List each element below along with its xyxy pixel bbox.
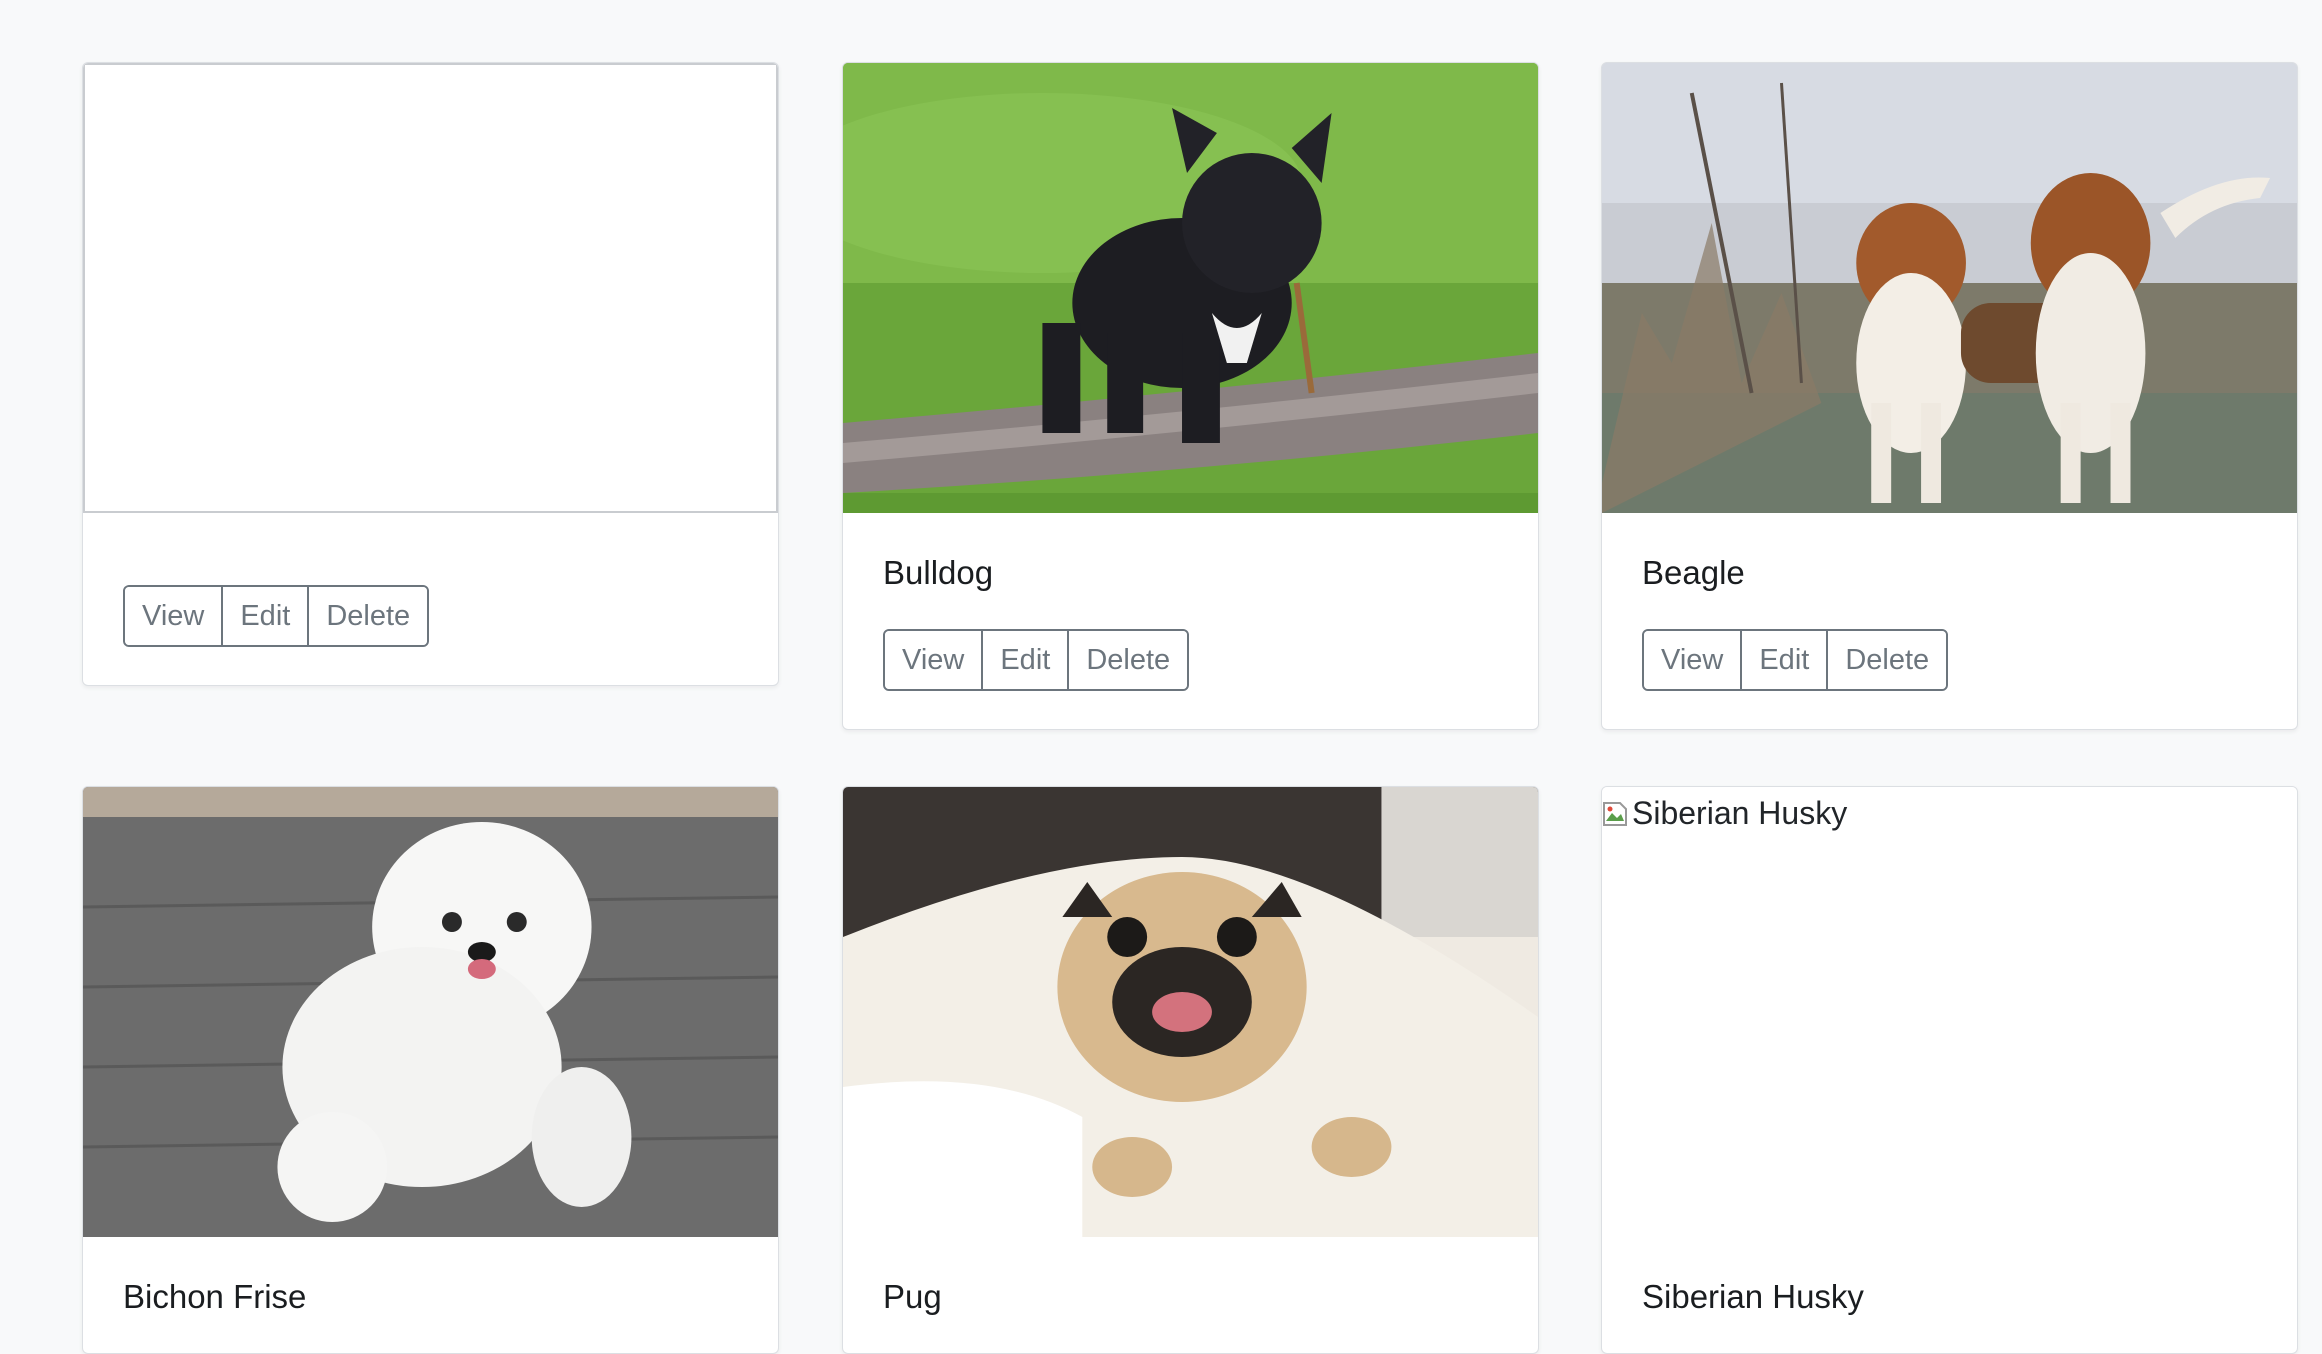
bichon-photo[interactable] <box>83 787 778 1237</box>
dog-card: Bichon Frise <box>82 786 779 1354</box>
dog-card: Beagle View Edit Delete <box>1601 62 2298 730</box>
delete-button[interactable]: Delete <box>309 587 428 645</box>
view-button[interactable]: View <box>125 587 224 645</box>
broken-image: Siberian Husky <box>1602 787 2297 1237</box>
card-title: Beagle <box>1642 554 1745 591</box>
card-actions: View Edit Delete <box>1642 629 1949 691</box>
image-alt-text: Siberian Husky <box>1632 795 1848 831</box>
dog-card: Pug <box>842 786 1539 1354</box>
card-title: Siberian Husky <box>1642 1278 1864 1315</box>
edit-button[interactable]: Edit <box>1742 631 1829 689</box>
dog-image-placeholder <box>83 63 778 513</box>
pug-photo[interactable] <box>843 787 1538 1237</box>
broken-image-icon <box>1602 799 1630 829</box>
card-actions: View Edit Delete <box>123 585 430 647</box>
card-actions: View Edit Delete <box>883 629 1190 691</box>
dog-card: Siberian Husky Siberian Husky <box>1601 786 2298 1354</box>
bulldog-photo[interactable] <box>843 63 1538 513</box>
dog-card: Bulldog View Edit Delete <box>842 62 1539 730</box>
edit-button[interactable]: Edit <box>983 631 1070 689</box>
card-title: Pug <box>883 1278 942 1315</box>
edit-button[interactable]: Edit <box>223 587 310 645</box>
card-title: Bulldog <box>883 554 994 591</box>
view-button[interactable]: View <box>1644 631 1743 689</box>
card-title: Bichon Frise <box>123 1278 307 1315</box>
delete-button[interactable]: Delete <box>1828 631 1947 689</box>
view-button[interactable]: View <box>885 631 984 689</box>
dog-card: View Edit Delete <box>82 62 779 686</box>
delete-button[interactable]: Delete <box>1069 631 1188 689</box>
beagle-photo[interactable] <box>1602 63 2297 513</box>
